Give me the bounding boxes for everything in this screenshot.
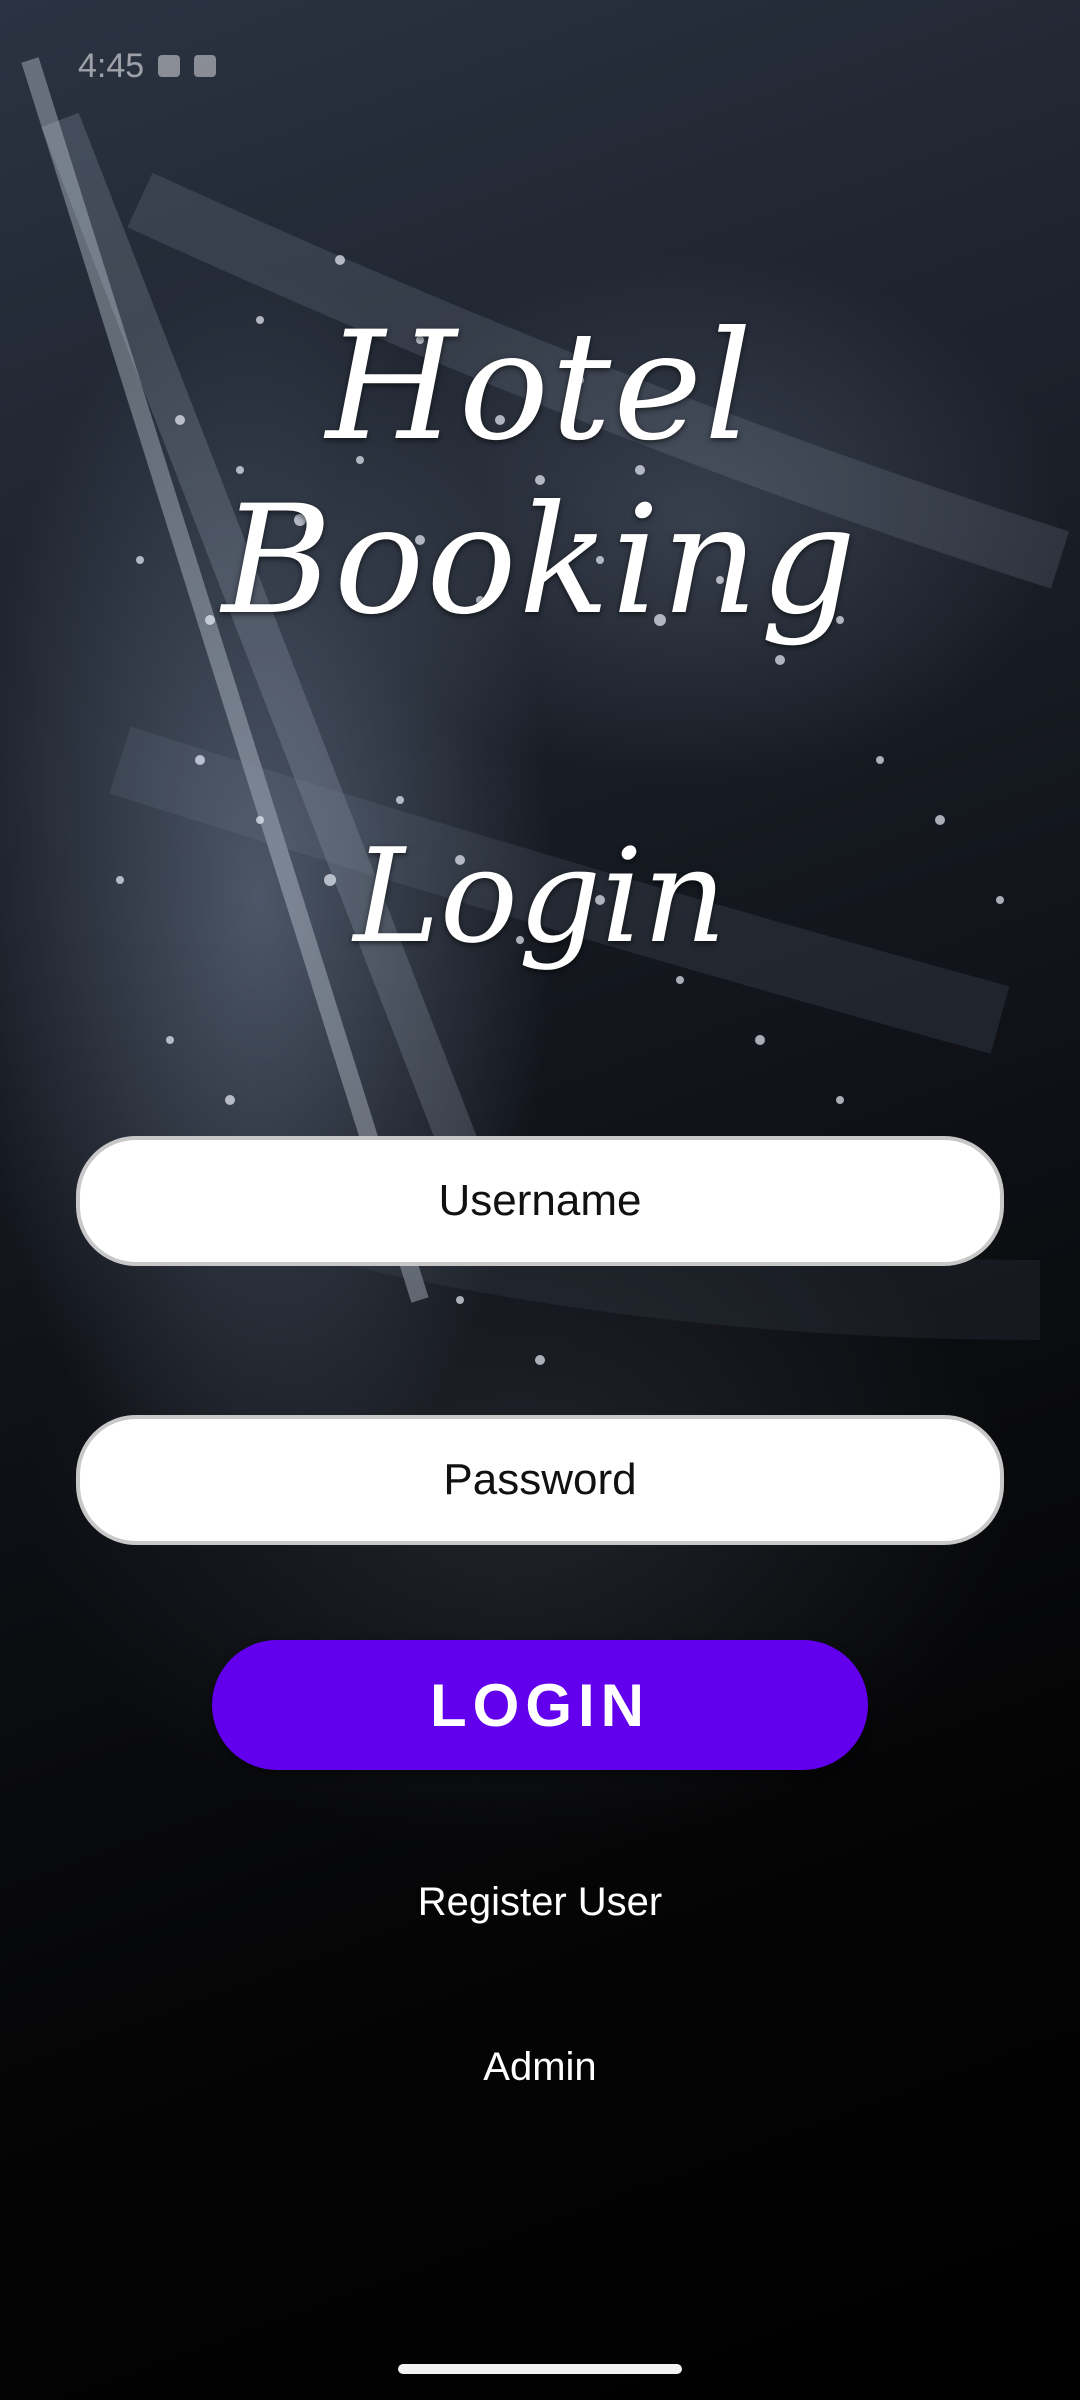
- admin-link[interactable]: Admin: [0, 2045, 1080, 2090]
- username-field[interactable]: [76, 1136, 1004, 1266]
- page-title: Login: [353, 820, 727, 972]
- password-input[interactable]: [80, 1454, 1000, 1506]
- home-indicator[interactable]: [398, 2364, 682, 2374]
- login-button[interactable]: LOGIN: [212, 1640, 868, 1770]
- register-user-link[interactable]: Register User: [0, 1880, 1080, 1925]
- status-bar: 4:45: [78, 46, 217, 86]
- app-title: Hotel Booking: [221, 300, 859, 648]
- status-time: 4:45: [78, 46, 145, 85]
- password-field[interactable]: [76, 1415, 1004, 1545]
- username-input[interactable]: [80, 1175, 1000, 1227]
- sim-card-icon: [194, 55, 217, 77]
- notification-icon: [158, 55, 181, 77]
